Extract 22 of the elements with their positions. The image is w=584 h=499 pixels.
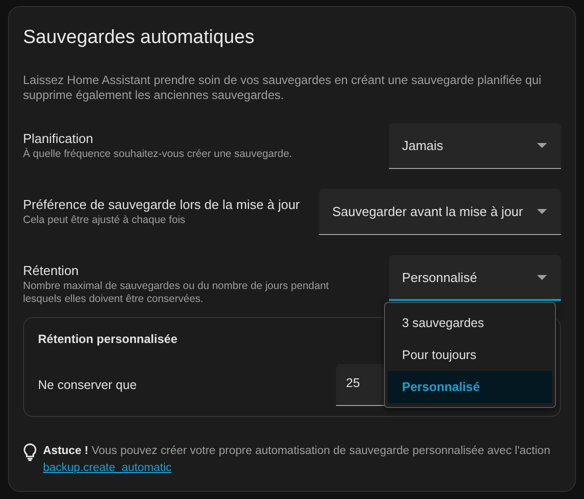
select-field[interactable]: Personnalisé [389,255,561,301]
setting-hint: Cela peut être ajusté à chaque fois [23,214,186,227]
menu-option[interactable]: 3 sauvegardes [388,307,552,339]
lightbulb-icon [23,443,37,461]
caret-icon [537,143,547,148]
select-field[interactable]: Sauvegarder avant la mise à jour [319,189,561,235]
description-text: Laissez Home Assistant prendre soin de vos sauvegardes en créant une sauvegarde planifiée qui supprime également les anciennes sauvegardes. [23,73,542,103]
tip-text: Astuce ! Vous pouvez créer votre propre automatisation de sauvegarde personnalisée avec l'action backup.create_automatic [43,444,552,476]
keep-label: Ne conserver que [38,378,137,392]
caret-icon [537,209,547,214]
setting-hint: Nombre maximal de sauvegardes ou du nombre de jours pendant lesquels elles doivent être conservées. [23,280,330,306]
setting-label: Planification [23,131,94,146]
setting-label: Préférence de sauvegarde lors de la mise à jour [23,197,300,212]
caret-icon [537,274,547,280]
card-title: Sauvegardes automatiques [23,27,256,49]
menu-option[interactable]: Personnalisé [388,371,552,403]
setting-label: Rétention [23,263,80,278]
setting-hint: À quelle fréquence souhaitez-vous créer une sauvegarde. [23,148,292,161]
panel-title: Rétention personnalisée [38,332,178,346]
menu-option[interactable]: Pour toujours [388,339,552,371]
action-link[interactable]: backup.create_automatic [43,462,172,474]
select-field[interactable]: Jamais [389,123,561,169]
